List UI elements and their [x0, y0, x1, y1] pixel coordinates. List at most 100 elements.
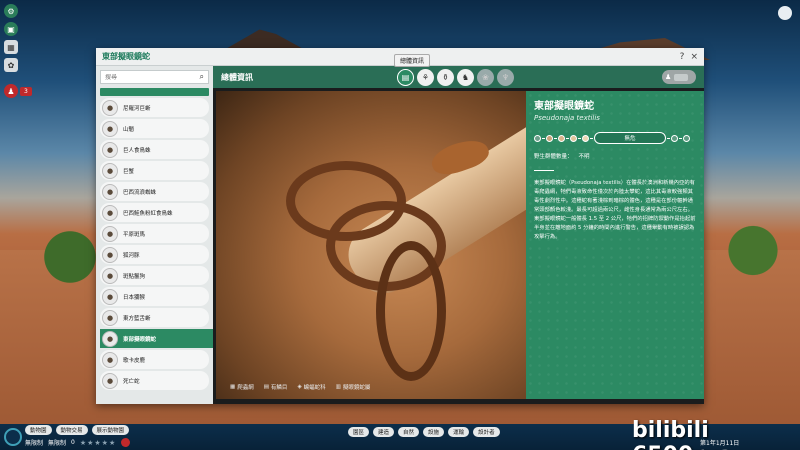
species-list-item[interactable]: ● 歌卡皮鹿: [100, 350, 209, 369]
help-button[interactable]: ?: [680, 52, 685, 62]
alert-icon[interactable]: [121, 438, 131, 447]
species-list: ● 尼羅河巨蜥 ● 山魈 ● 巨人食鳥蛛 ● 巨蟹 ● 巴西流浪蜘蛛 ● 巴西鮭魚粉紅食鳥蛛 ● 平原斑馬…: [96, 98, 213, 390]
food-icon[interactable]: ⚱: [437, 68, 454, 86]
taxonomy-label: 爬蟲綱: [237, 385, 254, 391]
species-list-item[interactable]: ● 巴西鮭魚粉紅食鳥蛛: [100, 203, 209, 222]
close-button[interactable]: ×: [690, 52, 698, 62]
species-list-item[interactable]: ● 尼羅河巨蜥: [100, 98, 209, 117]
paw-icon[interactable]: ❀: [477, 68, 494, 86]
hyena-icon: ●: [102, 267, 118, 284]
species-list-item[interactable]: ● 平原斑馬: [100, 224, 209, 243]
fish-icon: ●: [102, 246, 118, 263]
alert-indicator[interactable]: ♟ 3: [4, 84, 32, 98]
taxonomy-caption: ▦ 爬蟲綱 ▤ 有鱗目 ◈ 蝙蝠蛇科 ▥ 擬眼鏡蛇屬: [230, 383, 370, 391]
difficulty-2: 無限制: [48, 440, 67, 447]
bottom-tab[interactable]: 動物交易: [55, 425, 88, 435]
build-menu-button[interactable]: 自然: [398, 427, 420, 437]
build-menu: 園區 建造 自然 設施 運輸 設計者: [348, 427, 500, 437]
build-menu-button[interactable]: 園區: [348, 427, 370, 437]
spider-icon: ●: [102, 141, 118, 158]
species-info-panel: 東部擬眼鏡蛇 Pseudonaja textilis 無危 野生群體數量： 不明…: [526, 91, 704, 399]
family-icon: ◈: [297, 384, 302, 390]
snake-icon: ●: [102, 372, 118, 389]
species-list-item[interactable]: ● 山魈: [100, 119, 209, 138]
person-alert-icon: ♟: [4, 84, 18, 98]
taxonomy-item: ▤ 有鱗目: [264, 383, 288, 391]
species-list-label: 狐河豚: [123, 252, 140, 259]
background-tree: [718, 210, 788, 300]
habitat-icon[interactable]: ⚘: [417, 68, 434, 86]
species-list-label: 巨人食鳥蛛: [123, 147, 151, 154]
alert-count: 3: [20, 86, 32, 96]
species-list-item[interactable]: ● 東部擬眼鏡蛇: [100, 329, 213, 348]
search-input[interactable]: [105, 73, 200, 81]
gear-icon[interactable]: ✿: [4, 58, 18, 72]
list-header-bar: [100, 88, 209, 96]
build-menu-button[interactable]: 設施: [423, 427, 445, 437]
species-list-item[interactable]: ● 日本獼猴: [100, 287, 209, 306]
taxonomy-item: ▦ 爬蟲綱: [230, 383, 254, 391]
info-tabs: ▤ ⚘ ⚱ ♞ ❀ ♆: [397, 68, 514, 86]
species-photo: ▦ 爬蟲綱 ▤ 有鱗目 ◈ 蝙蝠蛇科 ▥ 擬眼鏡蛇屬: [216, 91, 526, 399]
bottom-tabs: 動物園 動物交易 展示動物園: [25, 425, 130, 435]
species-list-item[interactable]: ● 斑點鬣狗: [100, 266, 209, 285]
zoopedia-icon[interactable]: ▣: [4, 22, 18, 36]
toggle-track: [674, 73, 689, 81]
species-list-item[interactable]: ● 狐河豚: [100, 245, 209, 264]
bottom-tab[interactable]: 展示動物園: [91, 425, 130, 435]
enrichment-icon[interactable]: ♆: [497, 68, 514, 86]
guest-count: 0: [71, 439, 75, 446]
tab-tooltip: 總體資訊: [394, 54, 431, 67]
wild-population-value: 不明: [578, 154, 590, 160]
species-sidebar: ⌕ ● 尼羅河巨蜥 ● 山魈 ● 巨人食鳥蛛 ● 巨蟹 ● 巴西流浪蜘蛛 ● 巴西鮭魚粉紅食鳥蛛 ● 平原…: [96, 66, 213, 404]
search-icon[interactable]: ⌕: [200, 72, 204, 82]
taxonomy-item: ◈ 蝙蝠蛇科: [297, 383, 325, 391]
species-list-label: 巴西鮭魚粉紅食鳥蛛: [123, 210, 173, 217]
species-list-item[interactable]: ● 巴西流浪蜘蛛: [100, 182, 209, 201]
lizard-icon: ●: [102, 99, 118, 116]
spider-icon: ●: [102, 183, 118, 200]
settings-icon[interactable]: ⚙: [4, 4, 18, 18]
difficulty-1: 無限制: [25, 440, 44, 447]
taxonomy-label: 蝙蝠蛇科: [303, 385, 326, 391]
status-dot: [546, 134, 553, 142]
moon: [778, 6, 792, 20]
side-hud: ⚙ ▣ ▦ ✿ ♟ 3: [4, 4, 32, 98]
status-dot: [534, 134, 541, 142]
calendar-icon[interactable]: ▦: [4, 40, 18, 54]
species-list-label: 山魈: [123, 126, 135, 133]
build-menu-button[interactable]: 設計者: [473, 427, 500, 437]
species-list-item[interactable]: ● 巨蟹: [100, 161, 209, 180]
user-toggle[interactable]: ♟: [662, 70, 696, 84]
species-list-label: 死亡蛇: [123, 378, 140, 385]
species-list-label: 巴西流浪蜘蛛: [123, 189, 157, 196]
status-dot: [570, 134, 577, 142]
species-list-label: 東部擬眼鏡蛇: [123, 336, 157, 343]
zoo-rating-stars: ★★★★★: [79, 438, 117, 447]
species-list-item[interactable]: ● 東方藍舌蜥: [100, 308, 209, 327]
species-list-label: 平原斑馬: [123, 231, 146, 238]
species-list-item[interactable]: ● 死亡蛇: [100, 371, 209, 390]
build-menu-button[interactable]: 建造: [373, 427, 395, 437]
watermark: bilibili 6500rya: [632, 418, 733, 450]
globe-icon[interactable]: [4, 428, 22, 446]
snake-coil: [376, 241, 446, 381]
divider: [534, 170, 554, 171]
bottom-tab[interactable]: 動物園: [25, 425, 52, 435]
mandrill-icon: ●: [102, 120, 118, 137]
info-icon[interactable]: ▤: [397, 68, 414, 86]
conservation-status-bar: 無危: [534, 132, 696, 144]
build-menu-button[interactable]: 運輸: [448, 427, 470, 437]
status-dot: [558, 134, 565, 142]
species-list-item[interactable]: ● 巨人食鳥蛛: [100, 140, 209, 159]
zebra-icon: ●: [102, 225, 118, 242]
genus-icon: ▥: [335, 384, 341, 390]
taxonomy-label: 有鱗目: [270, 385, 288, 391]
lizard-icon: ●: [102, 309, 118, 326]
wild-population-label: 野生群體數量：: [534, 154, 573, 160]
background-tree: [40, 225, 100, 305]
species-list-label: 尼羅河巨蜥: [123, 105, 151, 112]
window-title: 東部擬眼鏡蛇: [102, 52, 150, 61]
taxonomy-item: ▥ 擬眼鏡蛇屬: [336, 383, 371, 391]
animal-icon[interactable]: ♞: [457, 68, 474, 86]
